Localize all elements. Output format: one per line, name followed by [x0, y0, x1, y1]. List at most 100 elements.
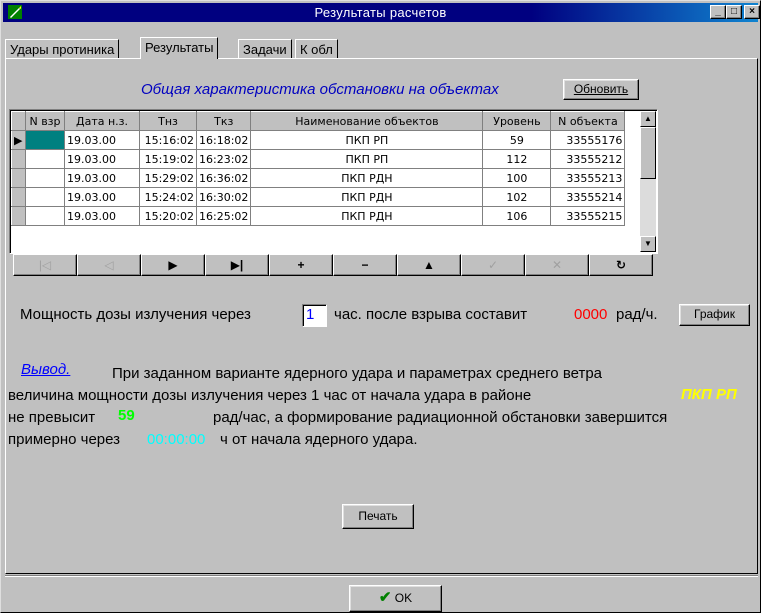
conclusion-area: ПКП РП [681, 386, 737, 403]
dose-unit: рад/ч. [616, 306, 658, 323]
col-header-date[interactable]: Дата н.з. [64, 111, 140, 131]
cell-n-vzr[interactable] [25, 130, 65, 150]
cell-level[interactable]: 59 [482, 130, 552, 150]
cell-level[interactable]: 106 [482, 206, 552, 226]
cell-tkz[interactable]: 16:36:02 [196, 168, 252, 188]
cell-name[interactable]: ПКП РП [250, 149, 484, 169]
col-header-level[interactable]: Уровень [482, 111, 552, 131]
conclusion-line4-suffix: ч от начала ядерного удара. [220, 431, 418, 448]
bottom-divider [5, 575, 758, 577]
dose-prefix: Мощность дозы излучения через [20, 306, 251, 323]
tab-k-obl[interactable]: К обл [295, 39, 338, 58]
table-row[interactable]: 19.03.00 15:19:02 16:23:02 ПКП РП 112 33… [11, 149, 626, 169]
title-bar[interactable]: Результаты расчетов _ □ × [3, 3, 760, 22]
col-header-name[interactable]: Наименование объектов [250, 111, 484, 131]
col-header-obj[interactable]: N объекта [550, 111, 626, 131]
objects-grid[interactable]: N взр Дата н.з. Тнз Ткз Наименование объ… [9, 109, 658, 254]
prior-record-icon[interactable]: ◁ [77, 254, 141, 276]
cell-level[interactable]: 102 [482, 187, 552, 207]
cell-name[interactable]: ПКП РП [250, 130, 484, 150]
next-record-icon[interactable]: ▶ [141, 254, 205, 276]
dose-result: 0000 [574, 306, 608, 323]
delete-icon[interactable]: − [333, 254, 397, 276]
post-icon[interactable]: ✓ [461, 254, 525, 276]
cell-tnz[interactable]: 15:29:02 [139, 168, 197, 188]
scroll-down-icon[interactable]: ▼ [640, 236, 656, 252]
cell-date[interactable]: 19.03.00 [64, 187, 140, 207]
close-button[interactable]: × [744, 5, 760, 19]
tab-strikes[interactable]: Удары протиника [5, 39, 120, 58]
conclusion-line4-prefix: примерно через [8, 431, 121, 448]
section-title: Общая характеристика обстановки на объек… [141, 81, 499, 98]
dose-middle: час. после взрыва составит [334, 306, 528, 323]
cell-n-vzr[interactable] [25, 168, 65, 188]
cell-tnz[interactable]: 15:16:02 [139, 130, 197, 150]
ok-button[interactable]: ✔ OK [349, 585, 442, 612]
cell-obj[interactable]: 33555214 [550, 187, 626, 207]
print-button[interactable]: Печать [342, 504, 414, 529]
cell-date[interactable]: 19.03.00 [64, 149, 140, 169]
conclusion-line1: При заданном варианте ядерного удара и п… [112, 365, 603, 382]
edit-icon[interactable]: ▲ [397, 254, 461, 276]
refresh-icon[interactable]: ↻ [589, 254, 653, 276]
check-icon: ✔ [378, 589, 392, 606]
col-header-n-vzr[interactable]: N взр [25, 111, 65, 131]
cell-tkz[interactable]: 16:30:02 [196, 187, 252, 207]
row-indicator[interactable] [11, 168, 26, 188]
cell-date[interactable]: 19.03.00 [64, 168, 140, 188]
last-record-icon[interactable]: ▶| [205, 254, 269, 276]
maximize-button[interactable]: □ [726, 5, 742, 19]
table-row[interactable]: 19.03.00 15:29:02 16:36:02 ПКП РДН 100 3… [11, 168, 626, 188]
cell-obj[interactable]: 33555212 [550, 149, 626, 169]
cell-n-vzr[interactable] [25, 149, 65, 169]
conclusion-time: 00:00:00 [147, 431, 206, 448]
cell-level[interactable]: 100 [482, 168, 552, 188]
conclusion-max-value: 59 [118, 407, 135, 424]
table-row[interactable]: 19.03.00 15:24:02 16:30:02 ПКП РДН 102 3… [11, 187, 626, 207]
refresh-button-label: Обновить [573, 82, 629, 96]
row-indicator[interactable] [11, 206, 26, 226]
cell-tkz[interactable]: 16:23:02 [196, 149, 252, 169]
cell-obj[interactable]: 33555215 [550, 206, 626, 226]
hours-input[interactable]: 1 [302, 304, 327, 327]
refresh-button[interactable]: Обновить [563, 79, 639, 100]
first-record-icon[interactable]: |◁ [13, 254, 77, 276]
cell-tkz[interactable]: 16:18:02 [196, 130, 252, 150]
table-row[interactable]: ▶ 19.03.00 15:16:02 16:18:02 ПКП РП 59 3… [11, 130, 626, 150]
cell-tnz[interactable]: 15:20:02 [139, 206, 197, 226]
cell-tnz[interactable]: 15:19:02 [139, 149, 197, 169]
results-window: Результаты расчетов _ □ × Удары протиник… [0, 0, 761, 613]
row-indicator[interactable] [11, 187, 26, 207]
cancel-icon[interactable]: ✕ [525, 254, 589, 276]
row-indicator[interactable]: ▶ [11, 130, 26, 150]
cell-date[interactable]: 19.03.00 [64, 206, 140, 226]
cell-level[interactable]: 112 [482, 149, 552, 169]
cell-name[interactable]: ПКП РДН [250, 187, 484, 207]
insert-icon[interactable]: + [269, 254, 333, 276]
cell-obj[interactable]: 33555176 [550, 130, 626, 150]
table-row[interactable]: 19.03.00 15:20:02 16:25:02 ПКП РДН 106 3… [11, 206, 626, 226]
graph-button[interactable]: График [679, 304, 750, 326]
tab-results[interactable]: Результаты [140, 37, 219, 59]
cell-tkz[interactable]: 16:25:02 [196, 206, 252, 226]
window-title: Результаты расчетов [314, 5, 447, 20]
cell-tnz[interactable]: 15:24:02 [139, 187, 197, 207]
conclusion-line3-suffix: рад/час, а формирование радиационной обс… [213, 409, 668, 426]
cell-name[interactable]: ПКП РДН [250, 206, 484, 226]
cell-n-vzr[interactable] [25, 187, 65, 207]
ok-button-label: OK [394, 591, 413, 605]
cell-n-vzr[interactable] [25, 206, 65, 226]
grid-vertical-scrollbar[interactable]: ▲ ▼ [640, 111, 656, 252]
tab-tasks[interactable]: Задачи [238, 39, 292, 58]
cell-name[interactable]: ПКП РДН [250, 168, 484, 188]
conclusion-heading[interactable]: Вывод. [21, 361, 70, 378]
cell-obj[interactable]: 33555213 [550, 168, 626, 188]
minimize-button[interactable]: _ [710, 5, 726, 19]
cell-date[interactable]: 19.03.00 [64, 130, 140, 150]
scroll-up-icon[interactable]: ▲ [640, 111, 656, 127]
col-header-tnz[interactable]: Тнз [139, 111, 197, 131]
row-indicator[interactable] [11, 149, 26, 169]
scroll-thumb[interactable] [640, 127, 656, 179]
indicator-header [11, 111, 26, 131]
col-header-tkz[interactable]: Ткз [195, 111, 252, 131]
